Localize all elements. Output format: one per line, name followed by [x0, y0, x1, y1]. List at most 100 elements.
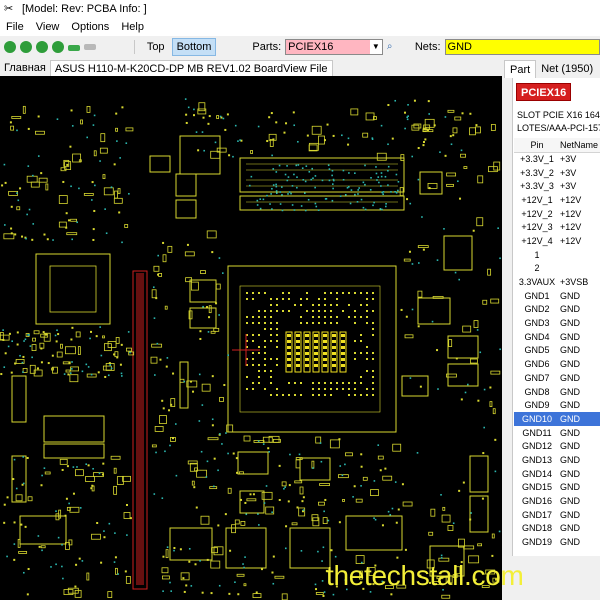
cpu-land — [354, 358, 356, 360]
table-row[interactable]: GND8 GND — [514, 385, 600, 399]
table-row[interactable]: GND16 GND — [514, 494, 600, 508]
table-row[interactable]: GND19 GND — [514, 535, 600, 549]
table-row[interactable]: GND3 GND — [514, 316, 600, 330]
clear-filter-icon[interactable]: ⌕ — [387, 41, 399, 53]
table-row[interactable]: GND17 GND — [514, 508, 600, 522]
gnd-net-dot — [173, 549, 175, 552]
smd-pad — [65, 497, 68, 500]
gnd-net-dot — [300, 550, 303, 552]
table-row[interactable]: +12V_3 +12V — [514, 220, 600, 234]
smd-pad — [68, 219, 71, 222]
tab-home[interactable]: Главная — [0, 60, 50, 76]
table-row[interactable]: GND7 GND — [514, 371, 600, 385]
table-row[interactable]: GND11 GND — [514, 426, 600, 440]
smd-pad — [211, 375, 214, 378]
smd-pad — [229, 549, 232, 552]
netname-cell: GND — [560, 386, 580, 397]
table-row[interactable]: GND1 GND — [514, 289, 600, 303]
forward-arrow-gray-icon[interactable] — [83, 44, 96, 50]
table-row[interactable]: GND18 GND — [514, 522, 600, 536]
table-row[interactable]: GND2 GND — [514, 303, 600, 317]
parts-combo[interactable]: PCIEX16 ▼ — [285, 39, 383, 55]
smd-pad — [66, 163, 69, 166]
column-header-pin[interactable]: Pin — [514, 138, 558, 153]
layer-top-button[interactable]: Top — [143, 39, 169, 55]
table-row[interactable]: GND6 GND — [514, 357, 600, 371]
menu-view[interactable]: View — [30, 21, 66, 33]
gnd-net-dot — [200, 450, 203, 453]
cpu-land — [258, 334, 260, 336]
table-row[interactable]: +12V_2 +12V — [514, 207, 600, 221]
table-row[interactable]: +3.3V_3 +3V — [514, 179, 600, 193]
menu-options[interactable]: Options — [65, 21, 115, 33]
smd-footprint — [125, 127, 134, 132]
cpu-land — [300, 298, 302, 300]
smd-footprint — [39, 342, 45, 349]
smd-footprint — [219, 397, 224, 402]
cpu-land — [300, 304, 302, 306]
smd-pad — [95, 335, 98, 338]
table-row[interactable]: GND15 GND — [514, 481, 600, 495]
table-row[interactable]: 1 — [514, 248, 600, 262]
smd-footprint — [27, 496, 33, 502]
smd-footprint — [493, 161, 501, 171]
table-row[interactable]: +3.3V_2 +3V — [514, 166, 600, 180]
table-row[interactable]: +3.3V_1 +3V — [514, 152, 600, 166]
table-row[interactable]: 2 — [514, 262, 600, 276]
gnd-net-dot — [291, 185, 294, 187]
gnd-net-dot — [382, 193, 384, 196]
cpu-land — [258, 310, 260, 312]
gnd-net-dot — [120, 375, 123, 377]
layer-bottom-button[interactable]: Bottom — [171, 38, 217, 56]
table-row[interactable]: GND5 GND — [514, 344, 600, 358]
tab-part[interactable]: Part — [504, 60, 537, 78]
gnd-net-dot — [347, 137, 350, 140]
table-row[interactable]: +12V_4 +12V — [514, 234, 600, 248]
zoom-in-green-icon[interactable] — [51, 41, 64, 53]
nets-combo[interactable]: GND — [444, 39, 600, 55]
cpu-core-bump — [332, 352, 336, 355]
pciex16-pin-rows — [136, 273, 144, 585]
smd-footprint — [69, 374, 79, 383]
board-view-canvas[interactable] — [0, 76, 502, 600]
table-row[interactable]: GND14 GND — [514, 467, 600, 481]
tab-boardview-file[interactable]: ASUS H110-M-K20CD-DP MB REV1.02 BoardVie… — [49, 60, 333, 76]
column-header-netname[interactable]: NetName — [558, 138, 600, 153]
smd-pad — [10, 371, 13, 374]
smd-footprint — [107, 341, 117, 348]
table-row[interactable]: +12V_1 +12V — [514, 193, 600, 207]
menu-help[interactable]: Help — [115, 21, 150, 33]
capacitor-3 — [417, 297, 451, 325]
gnd-net-dot — [460, 149, 463, 152]
netname-cell: GND — [560, 427, 580, 438]
cpu-core-bump — [305, 352, 309, 355]
cpu-land — [252, 352, 254, 354]
smd-pad — [91, 181, 94, 184]
pin-cell: GND14 — [521, 468, 552, 479]
smd-pad — [61, 468, 64, 471]
menu-file[interactable]: File — [0, 21, 30, 33]
table-row[interactable]: GND4 GND — [514, 330, 600, 344]
chevron-down-icon[interactable]: ▼ — [369, 40, 382, 54]
gnd-net-dot — [384, 175, 387, 178]
part-description: SLOT PCIE X16 164P LOTES/AAA-PCI-157- — [517, 109, 600, 135]
table-row[interactable]: 3.3VAUX +3VSB — [514, 275, 600, 289]
gnd-net-dot — [300, 205, 303, 207]
zoom-fit-green-icon[interactable] — [35, 41, 48, 53]
gnd-net-dot — [57, 536, 60, 539]
pcb-layout-drawing[interactable] — [0, 76, 502, 600]
back-arrow-green-icon[interactable] — [67, 44, 80, 51]
netname-cell: GND — [560, 331, 580, 342]
table-row[interactable]: GND12 GND — [514, 439, 600, 453]
gnd-net-dot — [347, 186, 350, 188]
smd-footprint — [274, 575, 285, 579]
gnd-net-dot — [110, 367, 113, 370]
gnd-net-dot — [275, 192, 278, 194]
refresh-green-icon[interactable] — [4, 41, 16, 53]
table-row[interactable]: GND13 GND — [514, 453, 600, 467]
table-row[interactable]: GND9 GND — [514, 398, 600, 412]
reload-green-icon[interactable] — [19, 41, 32, 53]
table-row[interactable]: GND10 GND — [514, 412, 600, 426]
smd-footprint — [376, 152, 387, 161]
tab-net[interactable]: Net (1950) — [536, 60, 598, 78]
